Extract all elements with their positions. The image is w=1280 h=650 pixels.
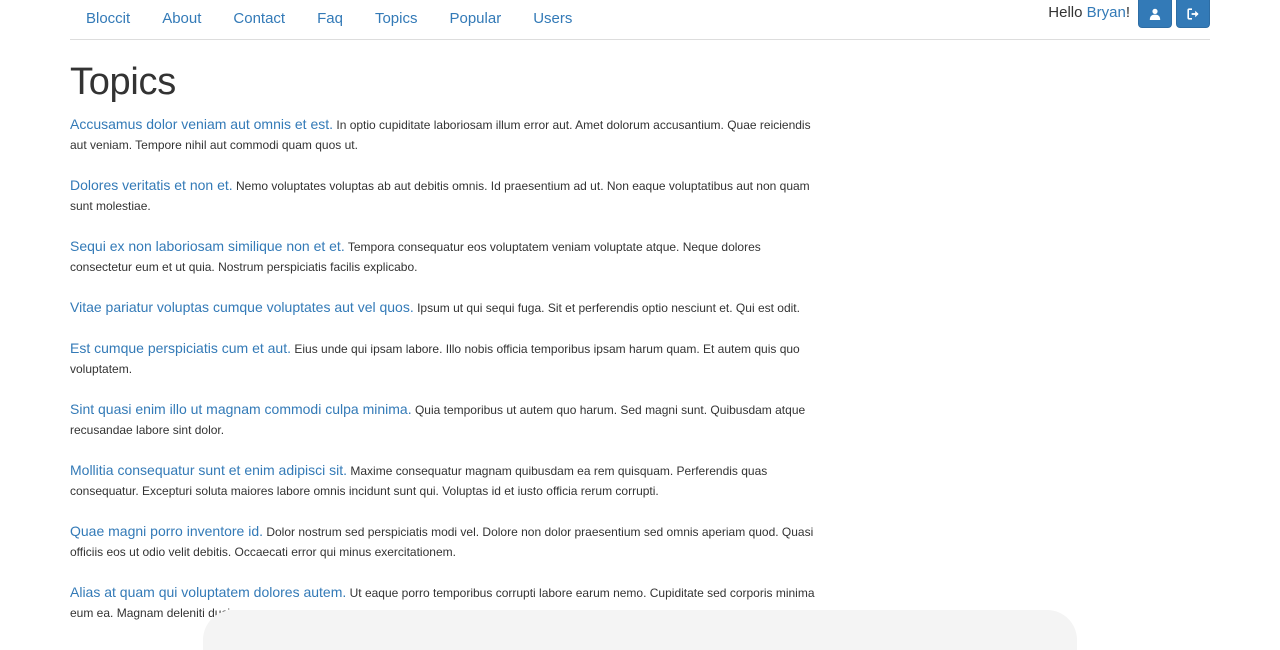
topic-item: Dolores veritatis et non et. Nemo volupt… — [70, 175, 820, 216]
page-title: Topics — [70, 61, 176, 103]
topic-title-link[interactable]: Sequi ex non laboriosam similique non et… — [70, 238, 345, 254]
footer-edge — [203, 610, 1077, 650]
page-container: Bloccit About Contact Faq Topics Popular… — [70, 0, 1210, 623]
user-name-link[interactable]: Bryan — [1087, 4, 1126, 21]
sign-out-icon — [1186, 7, 1200, 20]
sign-out-button[interactable] — [1176, 0, 1210, 28]
topic-title-link[interactable]: Quae magni porro inventore id. — [70, 523, 263, 539]
nav-link-topics[interactable]: Topics — [359, 0, 434, 38]
topic-title-link[interactable]: Est cumque perspiciatis cum et aut. — [70, 340, 291, 356]
topic-description: Ipsum ut qui sequi fuga. Sit et perferen… — [417, 301, 800, 315]
topic-item: Sint quasi enim illo ut magnam commodi c… — [70, 399, 820, 440]
topic-title-link[interactable]: Dolores veritatis et non et. — [70, 177, 233, 193]
nav-link-contact[interactable]: Contact — [217, 0, 301, 38]
topic-title-link[interactable]: Accusamus dolor veniam aut omnis et est. — [70, 116, 333, 132]
topic-title-link[interactable]: Mollitia consequatur sunt et enim adipis… — [70, 462, 347, 478]
user-area: Hello Bryan! — [1048, 0, 1210, 28]
greeting-suffix: ! — [1125, 4, 1130, 21]
topic-item: Est cumque perspiciatis cum et aut. Eius… — [70, 338, 820, 379]
topic-list: Accusamus dolor veniam aut omnis et est.… — [70, 114, 820, 623]
topic-item: Vitae pariatur voluptas cumque voluptate… — [70, 297, 820, 318]
nav-link-users[interactable]: Users — [517, 0, 588, 38]
greeting-prefix: Hello — [1048, 4, 1087, 21]
nav-link-popular[interactable]: Popular — [433, 0, 517, 38]
topic-item: Accusamus dolor veniam aut omnis et est.… — [70, 114, 820, 155]
nav-links: Bloccit About Contact Faq Topics Popular… — [70, 0, 588, 38]
greeting: Hello Bryan! — [1048, 4, 1130, 21]
topic-item: Sequi ex non laboriosam similique non et… — [70, 236, 820, 277]
topic-title-link[interactable]: Sint quasi enim illo ut magnam commodi c… — [70, 401, 412, 417]
top-navbar: Bloccit About Contact Faq Topics Popular… — [70, 0, 1210, 40]
topic-title-link[interactable]: Alias at quam qui voluptatem dolores aut… — [70, 584, 346, 600]
topic-title-link[interactable]: Vitae pariatur voluptas cumque voluptate… — [70, 299, 414, 315]
topic-item: Mollitia consequatur sunt et enim adipis… — [70, 460, 820, 501]
nav-link-about[interactable]: About — [146, 0, 217, 38]
profile-button[interactable] — [1138, 0, 1172, 28]
topic-item: Quae magni porro inventore id. Dolor nos… — [70, 521, 820, 562]
user-icon — [1149, 8, 1161, 20]
nav-link-faq[interactable]: Faq — [301, 0, 359, 38]
nav-link-bloccit[interactable]: Bloccit — [70, 0, 146, 38]
